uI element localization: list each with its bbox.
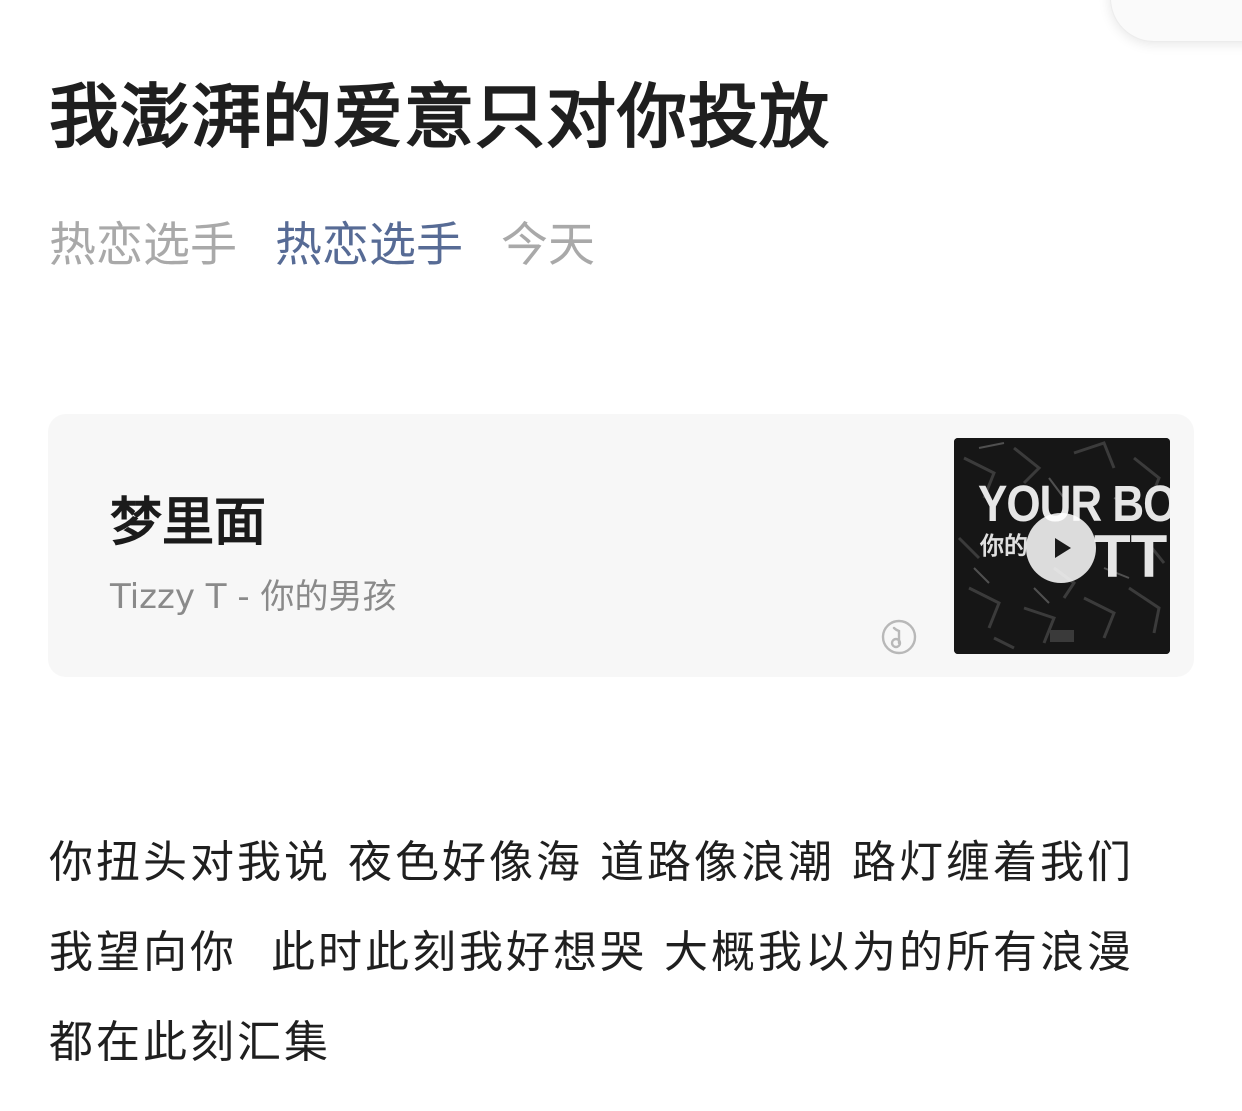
body-line: 都在此刻汇集 bbox=[49, 1017, 331, 1068]
play-button[interactable] bbox=[1026, 513, 1096, 583]
article-title: 我澎湃的爱意只对你投放 bbox=[49, 76, 830, 158]
cover-logo-badge bbox=[1050, 630, 1074, 642]
album-cover[interactable]: YOUR BOY 你的 TT bbox=[954, 438, 1170, 654]
publish-date: 今天 bbox=[501, 217, 595, 273]
cover-subtitle-text: 你的 bbox=[980, 532, 1028, 560]
body-line: 你扭头对我说 夜色好像海 道路像浪潮 路灯缠着我们 bbox=[49, 837, 1134, 888]
music-note-icon bbox=[881, 619, 917, 655]
account-link[interactable]: 热恋选手 bbox=[275, 206, 463, 275]
article-body: 你扭头对我说 夜色好像海 道路像浪潮 路灯缠着我们 我望向你 此时此刻我好想哭 … bbox=[49, 818, 1199, 1088]
music-card[interactable]: 梦里面 Tizzy T - 你的男孩 YOUR B 你的 TT bbox=[48, 414, 1194, 677]
author-name: 热恋选手 bbox=[49, 217, 237, 273]
song-title: 梦里面 bbox=[110, 493, 267, 553]
song-artist: Tizzy T - 你的男孩 bbox=[110, 577, 397, 617]
floating-button-edge[interactable] bbox=[1110, 0, 1242, 42]
cover-tt-text: TT bbox=[1094, 523, 1168, 590]
play-icon bbox=[1055, 538, 1071, 558]
body-line: 我望向你 此时此刻我好想哭 大概我以为的所有浪漫 bbox=[49, 927, 1134, 978]
article-meta: 热恋选手 热恋选手 今天 bbox=[49, 210, 595, 273]
